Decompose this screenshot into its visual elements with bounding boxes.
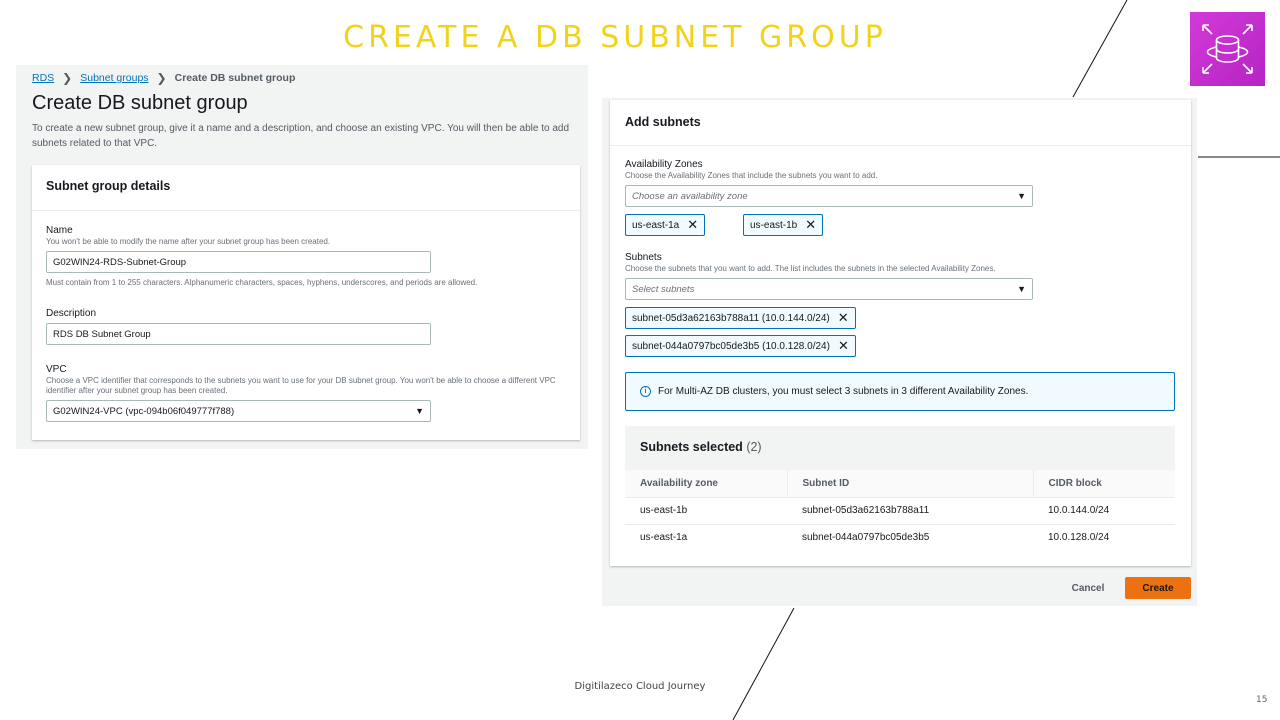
cell-cidr-block: 10.0.128.0/24 <box>1048 532 1110 544</box>
token-label: us-east-1a <box>632 219 680 231</box>
az-token: us-east-1b ✕ <box>743 214 824 236</box>
subnets-label: Subnets <box>625 252 662 263</box>
footer-brand: Digitilazeco Cloud Journey <box>574 681 706 692</box>
cell-subnet-id: subnet-044a0797bc05de3b5 <box>802 532 930 544</box>
subnets-select[interactable]: Select subnets ▼ <box>625 278 1033 300</box>
table-row: us-east-1b subnet-05d3a62163b788a11 10.0… <box>625 497 1175 525</box>
cell-availability-zone: us-east-1a <box>640 532 688 544</box>
az-select-placeholder: Choose an availability zone <box>632 190 748 202</box>
subnets-selected-table: Availability zone Subnet ID CIDR block u… <box>625 470 1175 551</box>
breadcrumb-current: Create DB subnet group <box>174 72 296 84</box>
description-input[interactable]: RDS DB Subnet Group <box>46 323 431 345</box>
cancel-button[interactable]: Cancel <box>1064 577 1112 599</box>
az-label: Availability Zones <box>625 159 703 170</box>
card-title: Add subnets <box>610 100 1191 146</box>
cell-availability-zone: us-east-1b <box>625 497 787 525</box>
slide-title: CREATE A DB SUBNET GROUP <box>343 20 887 55</box>
subnets-selected-table-container: Subnets selected (2) Availability zone S… <box>625 426 1175 552</box>
close-icon[interactable]: ✕ <box>687 218 698 231</box>
create-subnet-group-page: RDS ❯ Subnet groups ❯ Create DB subnet g… <box>16 65 588 449</box>
caret-down-icon: ▼ <box>1017 284 1026 294</box>
info-icon: i <box>640 386 651 397</box>
name-input[interactable]: G02WIN24-RDS-Subnet-Group <box>46 251 431 273</box>
multi-az-info-alert: i For Multi-AZ DB clusters, you must sel… <box>625 372 1175 411</box>
subnets-selected-header: Subnets selected (2) <box>625 426 1175 470</box>
column-header-subnet-id: Subnet ID <box>786 470 1033 498</box>
az-select[interactable]: Choose an availability zone ▼ <box>625 185 1033 207</box>
breadcrumb-rds[interactable]: RDS <box>32 72 54 84</box>
name-field-group: Name You won't be able to modify the nam… <box>46 225 477 288</box>
info-text: For Multi-AZ DB clusters, you must selec… <box>658 386 1029 397</box>
subnets-field-group: Subnets Choose the subnets that you want… <box>625 252 1033 300</box>
cell-cidr-block: 10.0.144.0/24 <box>1033 497 1175 525</box>
card-title: Subnet group details <box>32 165 580 211</box>
subnets-select-placeholder: Select subnets <box>632 283 695 295</box>
caret-down-icon: ▼ <box>415 406 424 416</box>
name-constraint: Must contain from 1 to 255 characters. A… <box>46 278 478 287</box>
az-hint: Choose the Availability Zones that inclu… <box>625 171 878 180</box>
add-subnets-card: Add subnets Availability Zones Choose th… <box>610 100 1191 566</box>
page-title: Create DB subnet group <box>32 92 248 114</box>
column-header-availability-zone: Availability zone <box>625 470 787 498</box>
close-icon[interactable]: ✕ <box>838 339 849 352</box>
create-button[interactable]: Create <box>1125 577 1191 599</box>
az-field-group: Availability Zones Choose the Availabili… <box>625 159 1033 207</box>
description-label: Description <box>46 308 97 319</box>
chevron-right-icon: ❯ <box>156 71 167 85</box>
page-number: 15 <box>1256 695 1268 705</box>
token-label: subnet-044a0797bc05de3b5 (10.0.128.0/24) <box>632 340 830 352</box>
token-label: us-east-1b <box>750 219 798 231</box>
form-actions: Cancel Create <box>602 577 1197 601</box>
subnets-selected-count: (2) <box>746 440 762 454</box>
add-subnets-page: Add subnets Availability Zones Choose th… <box>602 98 1197 606</box>
close-icon[interactable]: ✕ <box>805 218 816 231</box>
caret-down-icon: ▼ <box>1017 191 1026 201</box>
token-label: subnet-05d3a62163b788a11 (10.0.144.0/24) <box>632 312 830 324</box>
subnet-group-details-card: Subnet group details Name You won't be a… <box>32 165 580 440</box>
table-row: us-east-1a subnet-044a0797bc05de3b5 10.0… <box>625 524 1175 551</box>
vpc-label: VPC <box>46 364 67 375</box>
subnets-selected-title: Subnets selected <box>640 440 743 454</box>
chevron-right-icon: ❯ <box>62 71 73 85</box>
az-token: us-east-1a ✕ <box>625 214 706 236</box>
subnet-token: subnet-05d3a62163b788a11 (10.0.144.0/24)… <box>625 307 856 329</box>
breadcrumb-subnet-groups[interactable]: Subnet groups <box>80 72 148 84</box>
name-label: Name <box>46 225 73 236</box>
close-icon[interactable]: ✕ <box>838 311 849 324</box>
vpc-hint: Choose a VPC identifier that corresponds… <box>46 376 556 395</box>
cell-subnet-id: subnet-05d3a62163b788a11 <box>787 497 1033 525</box>
breadcrumb: RDS ❯ Subnet groups ❯ Create DB subnet g… <box>32 71 295 85</box>
subnet-token: subnet-044a0797bc05de3b5 (10.0.128.0/24)… <box>625 335 856 357</box>
vpc-select[interactable]: G02WIN24-VPC (vpc-094b06f049777f788) ▼ <box>46 400 431 422</box>
description-field-group: Description RDS DB Subnet Group <box>46 308 431 345</box>
rds-database-icon <box>1190 12 1265 86</box>
subnets-hint: Choose the subnets that you want to add.… <box>625 264 996 273</box>
name-hint: You won't be able to modify the name aft… <box>46 237 331 246</box>
page-description: To create a new subnet group, give it a … <box>32 123 570 149</box>
vpc-field-group: VPC Choose a VPC identifier that corresp… <box>46 364 561 422</box>
vpc-select-value: G02WIN24-VPC (vpc-094b06f049777f788) <box>53 405 235 417</box>
column-header-cidr-block: CIDR block <box>1032 470 1175 498</box>
